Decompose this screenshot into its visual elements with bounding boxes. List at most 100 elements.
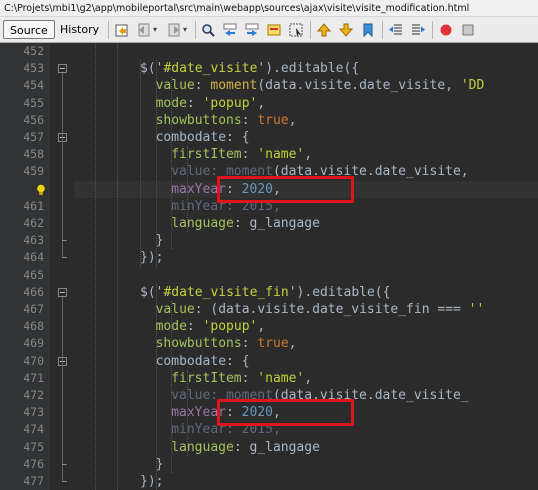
find-next-icon[interactable] <box>244 22 260 38</box>
tab-source[interactable]: Source <box>3 20 55 39</box>
next-bookmark-icon[interactable] <box>338 22 354 38</box>
code-line[interactable]: showbuttons: true, <box>156 335 297 352</box>
code-line[interactable]: combodate: { <box>156 129 250 146</box>
code-token: ').editable({ <box>288 284 391 300</box>
shift-right-icon[interactable] <box>410 22 426 38</box>
code-line[interactable]: } <box>156 232 164 249</box>
chevron-down-icon[interactable]: ▾ <box>183 25 187 34</box>
line-number[interactable]: 462 <box>0 215 44 232</box>
line-number[interactable]: 461 <box>0 198 44 215</box>
code-token: , <box>257 95 266 111</box>
back-icon[interactable] <box>136 22 152 38</box>
line-number[interactable]: 456 <box>0 112 44 129</box>
code-line[interactable]: }); <box>140 473 163 490</box>
forward-icon[interactable] <box>166 22 182 38</box>
hint-bulb-icon[interactable] <box>36 184 46 196</box>
find-icon[interactable] <box>200 22 216 38</box>
toggle-highlight-icon[interactable] <box>266 22 282 38</box>
line-number[interactable]: 459 <box>0 163 44 180</box>
code-token: , <box>304 370 313 386</box>
code-line[interactable]: $('#date_visite').editable({ <box>140 60 359 77</box>
code-token: ').editable({ <box>257 61 360 77</box>
code-token: showbuttons <box>155 112 242 128</box>
code-line[interactable]: language: g_langage <box>171 215 320 232</box>
code-token: showbuttons <box>155 336 242 352</box>
line-number[interactable]: 468 <box>0 318 44 335</box>
code-token: 'name' <box>257 147 305 163</box>
chevron-down-icon[interactable]: ▾ <box>153 25 157 34</box>
fold-toggle-icon[interactable] <box>58 287 67 297</box>
fold-toggle-icon[interactable] <box>58 64 67 74</box>
code-line[interactable]: }); <box>140 249 163 266</box>
code-token: firstItem <box>171 147 242 163</box>
code-line[interactable]: } <box>156 456 164 473</box>
file-path: C:\Projets\mbi1\g2\app\mobileportal\src\… <box>4 3 470 14</box>
line-number[interactable]: 472 <box>0 387 44 404</box>
code-line[interactable]: mode: 'popup', <box>156 318 266 335</box>
code-token: : <box>241 370 258 386</box>
line-number[interactable]: 476 <box>0 456 44 473</box>
line-number[interactable]: 465 <box>0 267 44 284</box>
line-number[interactable]: 464 <box>0 249 44 266</box>
line-number[interactable]: 455 <box>0 95 44 112</box>
tab-history[interactable]: History <box>54 20 105 39</box>
code-line[interactable]: language: g_langage <box>171 439 320 456</box>
line-number[interactable]: 473 <box>0 404 44 421</box>
code-token: : { <box>226 130 250 145</box>
code-token: : { <box>226 353 250 369</box>
code-token: : (data.visite.date_visite_fin === <box>194 302 469 317</box>
code-token: true <box>257 112 289 128</box>
code-token: } <box>155 456 164 472</box>
code-token: value <box>155 302 195 317</box>
line-number[interactable]: 470 <box>0 353 44 370</box>
record-macro-icon[interactable] <box>438 22 454 38</box>
code-token: : <box>186 319 203 335</box>
code-line[interactable]: combodate: { <box>156 353 250 370</box>
fold-margin <box>50 43 74 490</box>
code-line[interactable]: $('#date_visite_fin').editable({ <box>140 284 390 301</box>
code-token: : <box>241 147 258 163</box>
line-number[interactable]: 469 <box>0 335 44 352</box>
line-number[interactable]: 453 <box>0 60 44 77</box>
last-edit-icon[interactable] <box>114 22 130 38</box>
line-number[interactable]: 471 <box>0 370 44 387</box>
indent-guide <box>95 43 96 490</box>
code-line[interactable]: firstItem: 'name', <box>171 370 312 387</box>
code-line[interactable]: value: moment(data.visite.date_visite, '… <box>156 77 485 94</box>
find-previous-icon[interactable] <box>222 22 238 38</box>
code-line[interactable]: showbuttons: true, <box>156 112 297 129</box>
code-token: value <box>155 78 195 94</box>
code-token: mode <box>155 319 187 335</box>
shift-left-icon[interactable] <box>388 22 404 38</box>
previous-bookmark-icon[interactable] <box>316 22 332 38</box>
line-number[interactable]: 477 <box>0 473 44 490</box>
toggle-bookmark-icon[interactable] <box>360 22 376 38</box>
fold-range-line <box>62 73 63 258</box>
line-number[interactable]: 466 <box>0 284 44 301</box>
code-token: : <box>186 95 203 111</box>
toggle-rect-select-icon[interactable] <box>288 22 304 38</box>
code-line[interactable]: value: (data.visite.date_visite_fin === … <box>156 301 485 318</box>
line-number[interactable]: 452 <box>0 43 44 60</box>
code-line[interactable]: firstItem: 'name', <box>171 146 312 163</box>
line-number[interactable]: 463 <box>0 232 44 249</box>
line-number[interactable]: 467 <box>0 301 44 318</box>
code-token: 'name' <box>257 370 305 386</box>
stop-macro-icon[interactable] <box>460 22 476 38</box>
line-number[interactable]: 457 <box>0 129 44 146</box>
code-token: , <box>288 112 297 128</box>
line-number[interactable]: 475 <box>0 439 44 456</box>
indent-guide <box>140 60 141 267</box>
code-token: }); <box>140 474 164 489</box>
code-token: firstItem <box>171 370 242 386</box>
code-token: combodate <box>155 130 227 145</box>
code-token: combodate <box>155 353 227 369</box>
code-token: moment <box>210 78 258 94</box>
line-number[interactable]: 474 <box>0 421 44 438</box>
code-line[interactable]: mode: 'popup', <box>156 95 266 112</box>
line-number[interactable]: 458 <box>0 146 44 163</box>
code-token: , <box>288 336 297 352</box>
code-token: : g_langage <box>233 216 320 231</box>
code-editor[interactable]: 452 453 454 455 456 457 458 459 461 462 463 464 465 4… <box>0 43 538 490</box>
line-number[interactable]: 454 <box>0 77 44 94</box>
